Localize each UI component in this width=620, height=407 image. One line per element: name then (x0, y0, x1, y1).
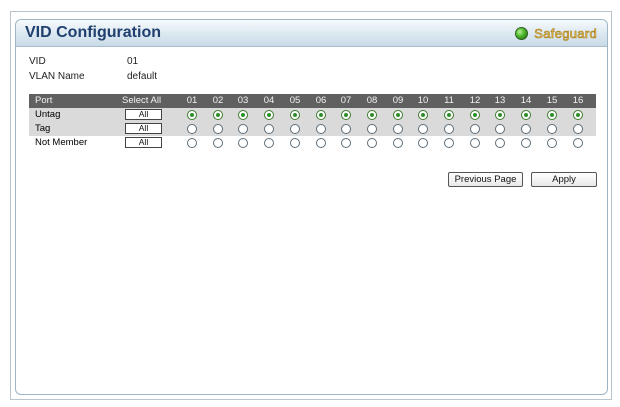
port-radio-button[interactable] (470, 110, 480, 120)
port-radio-button[interactable] (444, 124, 454, 134)
port-radio-button[interactable] (470, 124, 480, 134)
vid-label: VID (29, 56, 46, 67)
port-column-header: 04 (263, 95, 275, 106)
port-column-header: 09 (392, 95, 404, 106)
port-radio-button[interactable] (187, 124, 197, 134)
safeguard-label: Safeguard (534, 25, 597, 41)
port-radio-button[interactable] (495, 124, 505, 134)
safeguard-indicator: Safeguard (515, 25, 597, 41)
row-label: Untag (35, 109, 61, 120)
port-radio-button[interactable] (187, 138, 197, 148)
port-radio-button[interactable] (418, 124, 428, 134)
port-radio-button[interactable] (341, 110, 351, 120)
port-radio-button[interactable] (316, 138, 326, 148)
port-radio-button[interactable] (521, 124, 531, 134)
port-radio-button[interactable] (264, 110, 274, 120)
port-radio-button[interactable] (316, 110, 326, 120)
select-all-column-header: Select All (122, 95, 162, 106)
port-radio-button[interactable] (238, 138, 248, 148)
row-label: Not Member (35, 137, 88, 148)
row-label: Tag (35, 123, 51, 134)
port-column-header: 11 (444, 95, 454, 106)
panel-title-bar: VID Configuration Safeguard (16, 20, 607, 47)
status-led-icon (515, 26, 529, 40)
port-column-header: 03 (237, 95, 249, 106)
port-radio-button[interactable] (213, 110, 223, 120)
port-radio-button[interactable] (521, 110, 531, 120)
port-column-header: Port (35, 95, 53, 106)
port-column-header: 16 (572, 95, 584, 106)
port-column-header: 02 (212, 95, 224, 106)
port-radio-button[interactable] (547, 110, 557, 120)
window-frame: VID Configuration Safeguard VID 01 VLAN … (10, 11, 612, 400)
port-radio-button[interactable] (187, 110, 197, 120)
port-column-header: 05 (289, 95, 301, 106)
port-column-header: 01 (186, 95, 198, 106)
port-radio-button[interactable] (367, 124, 377, 134)
port-radio-button[interactable] (290, 138, 300, 148)
port-column-header: 15 (546, 95, 558, 106)
table-header-row: Port Select All 01 02 03 04 05 06 07 08 09 10 11 12… (29, 94, 596, 108)
port-column-header: 07 (340, 95, 352, 106)
port-column-header: 13 (494, 95, 506, 106)
vlan-name-label: VLAN Name (29, 71, 85, 82)
port-column-header: 06 (315, 95, 327, 106)
port-radio-button[interactable] (213, 124, 223, 134)
page-title: VID Configuration (25, 24, 161, 41)
table-row: Tag All (29, 122, 596, 136)
port-radio-button[interactable] (547, 138, 557, 148)
port-radio-button[interactable] (393, 124, 403, 134)
port-radio-button[interactable] (393, 110, 403, 120)
port-radio-button[interactable] (547, 124, 557, 134)
port-radio-button[interactable] (238, 110, 248, 120)
previous-page-button[interactable]: Previous Page (448, 172, 523, 187)
port-column-header: 10 (417, 95, 429, 106)
port-column-header: 12 (469, 95, 481, 106)
port-radio-button[interactable] (341, 124, 351, 134)
port-membership-table: Port Select All 01 02 03 04 05 06 07 08 09 10 11 12… (29, 94, 596, 150)
table-row: Not Member All (29, 136, 596, 150)
table-row: Untag All (29, 108, 596, 122)
port-radio-button[interactable] (573, 110, 583, 120)
port-column-header: 14 (520, 95, 532, 106)
port-radio-button[interactable] (367, 110, 377, 120)
port-radio-button[interactable] (290, 110, 300, 120)
port-radio-button[interactable] (470, 138, 480, 148)
port-radio-button[interactable] (213, 138, 223, 148)
port-radio-button[interactable] (444, 138, 454, 148)
port-radio-button[interactable] (573, 124, 583, 134)
port-radio-button[interactable] (418, 138, 428, 148)
select-all-button[interactable]: All (125, 109, 162, 120)
port-radio-button[interactable] (521, 138, 531, 148)
port-column-header: 08 (366, 95, 378, 106)
port-radio-button[interactable] (264, 124, 274, 134)
apply-button[interactable]: Apply (531, 172, 597, 187)
port-radio-button[interactable] (316, 124, 326, 134)
port-radio-button[interactable] (264, 138, 274, 148)
port-radio-button[interactable] (290, 124, 300, 134)
port-radio-button[interactable] (495, 138, 505, 148)
port-radio-button[interactable] (418, 110, 428, 120)
vid-configuration-panel: VID Configuration Safeguard VID 01 VLAN … (15, 19, 608, 395)
port-radio-button[interactable] (573, 138, 583, 148)
port-radio-button[interactable] (393, 138, 403, 148)
port-radio-button[interactable] (238, 124, 248, 134)
port-radio-button[interactable] (367, 138, 377, 148)
select-all-button[interactable]: All (125, 123, 162, 134)
vlan-name-value: default (127, 71, 158, 82)
port-radio-button[interactable] (444, 110, 454, 120)
port-radio-button[interactable] (341, 138, 351, 148)
vid-value: 01 (127, 56, 139, 67)
select-all-button[interactable]: All (125, 137, 162, 148)
port-radio-button[interactable] (495, 110, 505, 120)
